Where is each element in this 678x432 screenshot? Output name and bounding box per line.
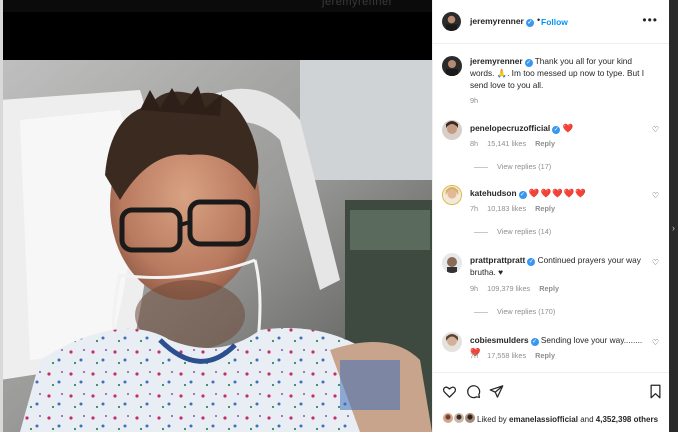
comment-username[interactable]: prattprattpratt — [470, 255, 525, 265]
comment-like-heart-icon[interactable]: ♡ — [652, 258, 659, 267]
verified-badge-icon: ✓ — [524, 59, 533, 67]
heart-icon[interactable] — [442, 384, 457, 399]
next-arrow-icon[interactable]: › — [669, 222, 678, 234]
replies-divider — [474, 311, 488, 313]
likes-summary-row: Liked by emanelassiofficial and 4,352,39… — [433, 406, 670, 430]
photo-left-edge — [0, 0, 3, 432]
view-replies-button[interactable]: View replies (170) — [474, 307, 555, 316]
reply-button[interactable]: Reply — [535, 139, 555, 148]
comment-username[interactable]: katehudson — [470, 188, 517, 198]
view-replies-label: View replies (14) — [497, 227, 552, 236]
bookmark-icon[interactable] — [648, 384, 663, 399]
follow-button[interactable]: Follow — [541, 17, 568, 27]
comment-like-heart-icon[interactable]: ♡ — [652, 191, 659, 200]
comment-avatar[interactable] — [442, 332, 462, 352]
comment-likes[interactable]: 15,141 likes — [487, 139, 526, 148]
comment-icon[interactable] — [466, 384, 481, 399]
caption-username[interactable]: jeremyrenner — [470, 56, 523, 66]
post-header: jeremyrenner ✓ • Follow ••• — [433, 0, 670, 44]
likes-prefix: Liked by — [477, 415, 507, 424]
view-replies-label: View replies (170) — [497, 307, 556, 316]
comment-body: ❤️❤️❤️❤️❤️ — [528, 188, 587, 198]
reply-button[interactable]: Reply — [539, 284, 559, 293]
comment-meta: 8h 15,141 likes Reply — [470, 139, 562, 148]
caption-meta: 9h — [470, 96, 485, 105]
liker-avatar[interactable] — [464, 412, 476, 424]
post-photo-pane: jeremyrenner — [0, 0, 432, 432]
backdrop-username: jeremyrenner — [322, 0, 393, 8]
verified-badge-icon: ✓ — [530, 338, 539, 346]
verified-badge-icon: ✓ — [518, 191, 527, 199]
author-username[interactable]: jeremyrenner — [470, 16, 524, 26]
author-username-row[interactable]: jeremyrenner ✓ — [470, 16, 534, 27]
comment-avatar[interactable] — [442, 185, 462, 205]
verified-badge-icon: ✓ — [552, 126, 561, 134]
verified-badge-icon: ✓ — [525, 19, 534, 27]
view-replies-label: View replies (17) — [497, 162, 552, 171]
reply-button[interactable]: Reply — [535, 351, 555, 360]
replies-divider — [474, 231, 488, 233]
likes-count[interactable]: 4,352,398 others — [596, 415, 658, 424]
comment-text: katehudson ✓ ❤️❤️❤️❤️❤️ — [470, 187, 646, 199]
comment-time[interactable]: 8h — [470, 139, 478, 148]
post-details-panel: jeremyrenner ✓ • Follow ••• jeremyrenner ✓… — [432, 0, 670, 432]
backdrop-strip: jeremyrenner — [0, 0, 432, 12]
comment-like-heart-icon[interactable]: ♡ — [652, 125, 659, 134]
comments-list[interactable]: jeremyrenner ✓ Thank you all for your kin… — [433, 44, 670, 370]
hospital-selfie-image — [0, 60, 432, 432]
comment-username[interactable]: cobiesmulders — [470, 335, 529, 345]
comment-avatar[interactable] — [442, 253, 462, 273]
comment-body: ❤️ — [562, 123, 575, 133]
caption-avatar[interactable] — [442, 56, 462, 76]
comment-likes[interactable]: 10,183 likes — [487, 204, 526, 213]
comment-meta: 9h 109,379 likes Reply — [470, 284, 566, 293]
comment-text: penelopecruzofficial ✓ ❤️ — [470, 122, 646, 134]
caption-time[interactable]: 9h — [470, 96, 478, 105]
comment-meta: 7h 17,558 likes Reply — [470, 351, 562, 360]
view-replies-button[interactable]: View replies (17) — [474, 162, 551, 171]
verified-badge-icon: ✓ — [527, 258, 536, 266]
comment-time[interactable]: 7h — [470, 204, 478, 213]
caption-text: jeremyrenner ✓ Thank you all for your kin… — [470, 55, 646, 92]
post-actions-bar — [433, 372, 670, 404]
comment-likes[interactable]: 109,379 likes — [487, 284, 530, 293]
reply-button[interactable]: Reply — [535, 204, 555, 213]
more-options-icon[interactable]: ••• — [642, 13, 658, 27]
comment-meta: 7h 10,183 likes Reply — [470, 204, 562, 213]
comment-text: prattprattpratt ✓ Continued prayers your … — [470, 254, 646, 278]
replies-divider — [474, 166, 488, 168]
view-replies-button[interactable]: View replies (14) — [474, 227, 551, 236]
likes-middle: and — [580, 415, 594, 424]
likes-featured-user[interactable]: emanelassiofficial — [509, 415, 578, 424]
likes-summary-text: Liked by emanelassiofficial and 4,352,39… — [477, 415, 658, 424]
send-icon[interactable] — [489, 384, 504, 399]
header-separator: • — [537, 15, 541, 25]
page-right-edge: › — [669, 0, 678, 432]
comment-time[interactable]: 9h — [470, 284, 478, 293]
author-avatar[interactable] — [442, 12, 461, 31]
comment-time[interactable]: 7h — [470, 351, 478, 360]
comment-like-heart-icon[interactable]: ♡ — [652, 338, 659, 347]
comment-username[interactable]: penelopecruzofficial — [470, 123, 550, 133]
comment-avatar[interactable] — [442, 120, 462, 140]
post-photo[interactable] — [0, 60, 432, 432]
comment-likes[interactable]: 17,558 likes — [487, 351, 526, 360]
